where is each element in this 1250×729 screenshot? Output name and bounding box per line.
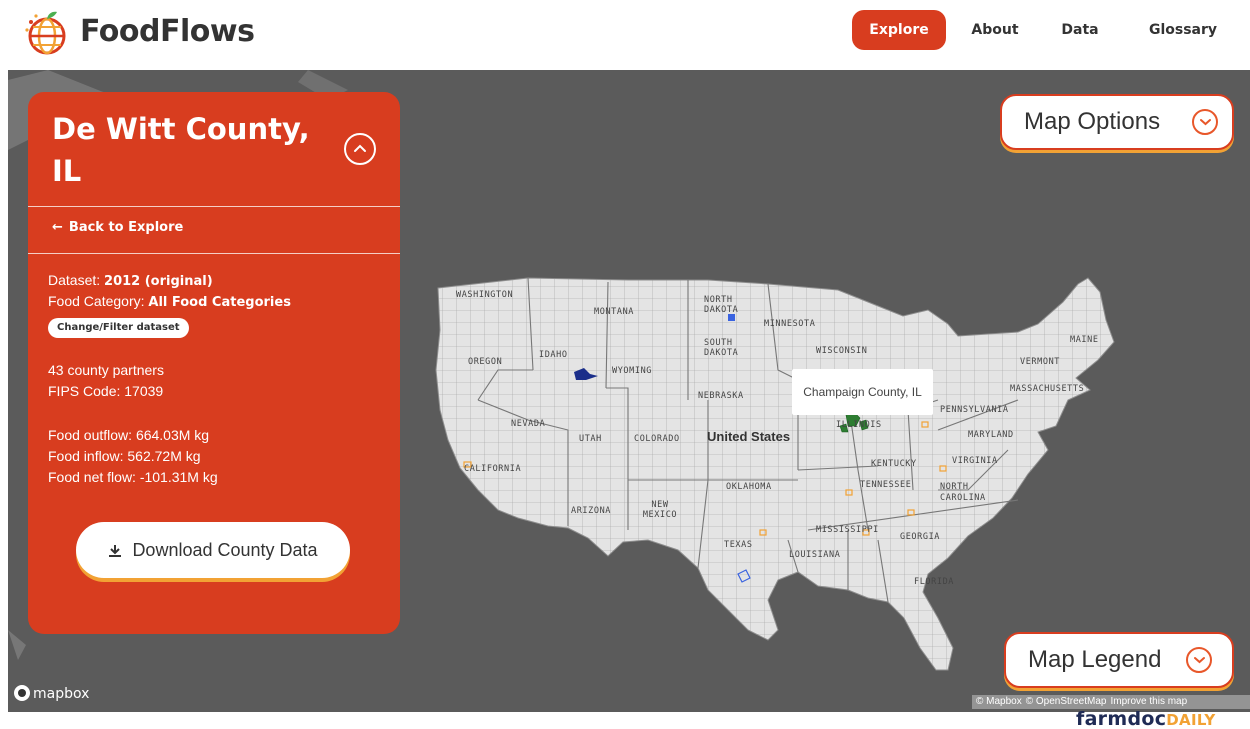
food-net-flow: Food net flow: -101.31M kg bbox=[48, 469, 218, 485]
state-label: NORTH DAKOTA bbox=[704, 295, 739, 315]
collapse-button[interactable] bbox=[344, 133, 376, 165]
app-header: FoodFlows Explore About Data Glossary bbox=[0, 0, 1250, 70]
download-label: Download County Data bbox=[132, 540, 318, 560]
state-label: MASSACHUSETTS bbox=[1010, 384, 1085, 394]
nav-data[interactable]: Data bbox=[1050, 10, 1110, 50]
watermark-main: farmdoc bbox=[1076, 708, 1167, 729]
fips-code: FIPS Code: 17039 bbox=[48, 383, 164, 399]
food-inflow: Food inflow: 562.72M kg bbox=[48, 448, 201, 464]
change-filter-dataset-button[interactable]: Change/Filter dataset bbox=[48, 318, 189, 338]
map-legend-label: Map Legend bbox=[1028, 646, 1162, 673]
state-label: KENTUCKY bbox=[871, 459, 917, 469]
state-label: TENNESSEE bbox=[860, 480, 912, 490]
category-line: Food Category: All Food Categories bbox=[48, 291, 291, 313]
attribution-improve-link[interactable]: Improve this map bbox=[1110, 696, 1187, 707]
panel-divider bbox=[28, 253, 400, 254]
chevron-up-icon bbox=[354, 144, 366, 152]
nav-glossary[interactable]: Glossary bbox=[1138, 10, 1228, 50]
map-legend-button[interactable]: Map Legend bbox=[1004, 632, 1234, 688]
state-label: NEBRASKA bbox=[698, 391, 744, 401]
nav-about[interactable]: About bbox=[965, 10, 1025, 50]
highlight-north-dakota bbox=[728, 314, 735, 321]
attribution-osm-link[interactable]: © OpenStreetMap bbox=[1026, 696, 1107, 707]
brand-name[interactable]: FoodFlows bbox=[80, 14, 255, 49]
state-label: WASHINGTON bbox=[456, 290, 514, 300]
state-label: FLORIDA bbox=[914, 577, 955, 587]
state-label: CALIFORNIA bbox=[464, 464, 522, 474]
state-label: NORTH CAROLINA bbox=[940, 482, 986, 503]
watermark-suffix: DAILY bbox=[1166, 711, 1216, 729]
map-options-label: Map Options bbox=[1024, 108, 1161, 135]
dataset-label: Dataset: bbox=[48, 272, 101, 288]
state-label: MAINE bbox=[1070, 335, 1099, 345]
state-label: VIRGINIA bbox=[952, 456, 998, 466]
state-label: MONTANA bbox=[594, 307, 635, 317]
foodflows-logo-icon[interactable] bbox=[22, 8, 72, 58]
state-label: NEW MEXICO bbox=[642, 500, 678, 520]
state-label: MISSISSIPPI bbox=[816, 525, 879, 535]
county-panel: De Witt County, IL ← Back to Explore Data… bbox=[28, 92, 400, 634]
arrow-left-icon: ← bbox=[52, 220, 63, 235]
county-tooltip: Champaign County, IL bbox=[792, 369, 933, 415]
mapbox-icon bbox=[14, 685, 30, 701]
map-options-button[interactable]: Map Options bbox=[1000, 94, 1234, 150]
chevron-down-icon bbox=[1192, 109, 1218, 135]
dataset-value: 2012 (original) bbox=[104, 274, 213, 289]
state-label: MINNESOTA bbox=[764, 319, 816, 329]
map-attribution: © Mapbox © OpenStreetMap Improve this map bbox=[972, 695, 1250, 709]
category-label: Food Category: bbox=[48, 293, 145, 309]
state-label: COLORADO bbox=[634, 434, 680, 444]
state-label: UTAH bbox=[579, 434, 602, 444]
attribution-mapbox-link[interactable]: © Mapbox bbox=[976, 696, 1022, 707]
state-label: WYOMING bbox=[612, 366, 653, 376]
state-label: ARIZONA bbox=[571, 506, 612, 516]
country-label: United States bbox=[707, 429, 791, 444]
state-label: PENNSYLVANIA bbox=[940, 405, 1009, 415]
state-label: SOUTH DAKOTA bbox=[704, 338, 739, 358]
state-label: OREGON bbox=[468, 357, 503, 367]
state-label: OKLAHOMA bbox=[726, 482, 772, 492]
dataset-line: Dataset: 2012 (original) bbox=[48, 270, 213, 292]
state-label: TEXAS bbox=[724, 540, 753, 550]
state-label: ILLINOIS bbox=[836, 420, 882, 430]
state-label: NEVADA bbox=[511, 419, 546, 429]
download-county-data-button[interactable]: Download County Data bbox=[76, 522, 350, 578]
mapbox-logo[interactable]: mapbox bbox=[14, 685, 89, 703]
county-title: De Witt County, IL bbox=[52, 112, 310, 188]
state-label: MARYLAND bbox=[968, 430, 1014, 440]
us-land bbox=[435, 277, 1115, 671]
back-label: Back to Explore bbox=[68, 220, 184, 235]
nav-explore[interactable]: Explore bbox=[852, 10, 946, 50]
state-label: IDAHO bbox=[539, 350, 568, 360]
chevron-down-icon bbox=[1186, 647, 1212, 673]
food-outflow: Food outflow: 664.03M kg bbox=[48, 427, 210, 443]
state-label: LOUISIANA bbox=[789, 550, 841, 560]
download-icon bbox=[109, 545, 122, 557]
state-label: VERMONT bbox=[1020, 357, 1061, 367]
category-value: All Food Categories bbox=[148, 295, 291, 310]
back-to-explore-link[interactable]: ← Back to Explore bbox=[52, 220, 183, 235]
mapbox-logo-text: mapbox bbox=[33, 686, 90, 702]
panel-divider bbox=[28, 206, 400, 207]
state-label: WISCONSIN bbox=[816, 346, 868, 356]
farmdoc-daily-watermark: farmdocDAILY bbox=[1076, 708, 1216, 729]
state-label: GEORGIA bbox=[900, 532, 941, 542]
footer-strip bbox=[0, 712, 1250, 729]
partners-count: 43 county partners bbox=[48, 362, 164, 378]
